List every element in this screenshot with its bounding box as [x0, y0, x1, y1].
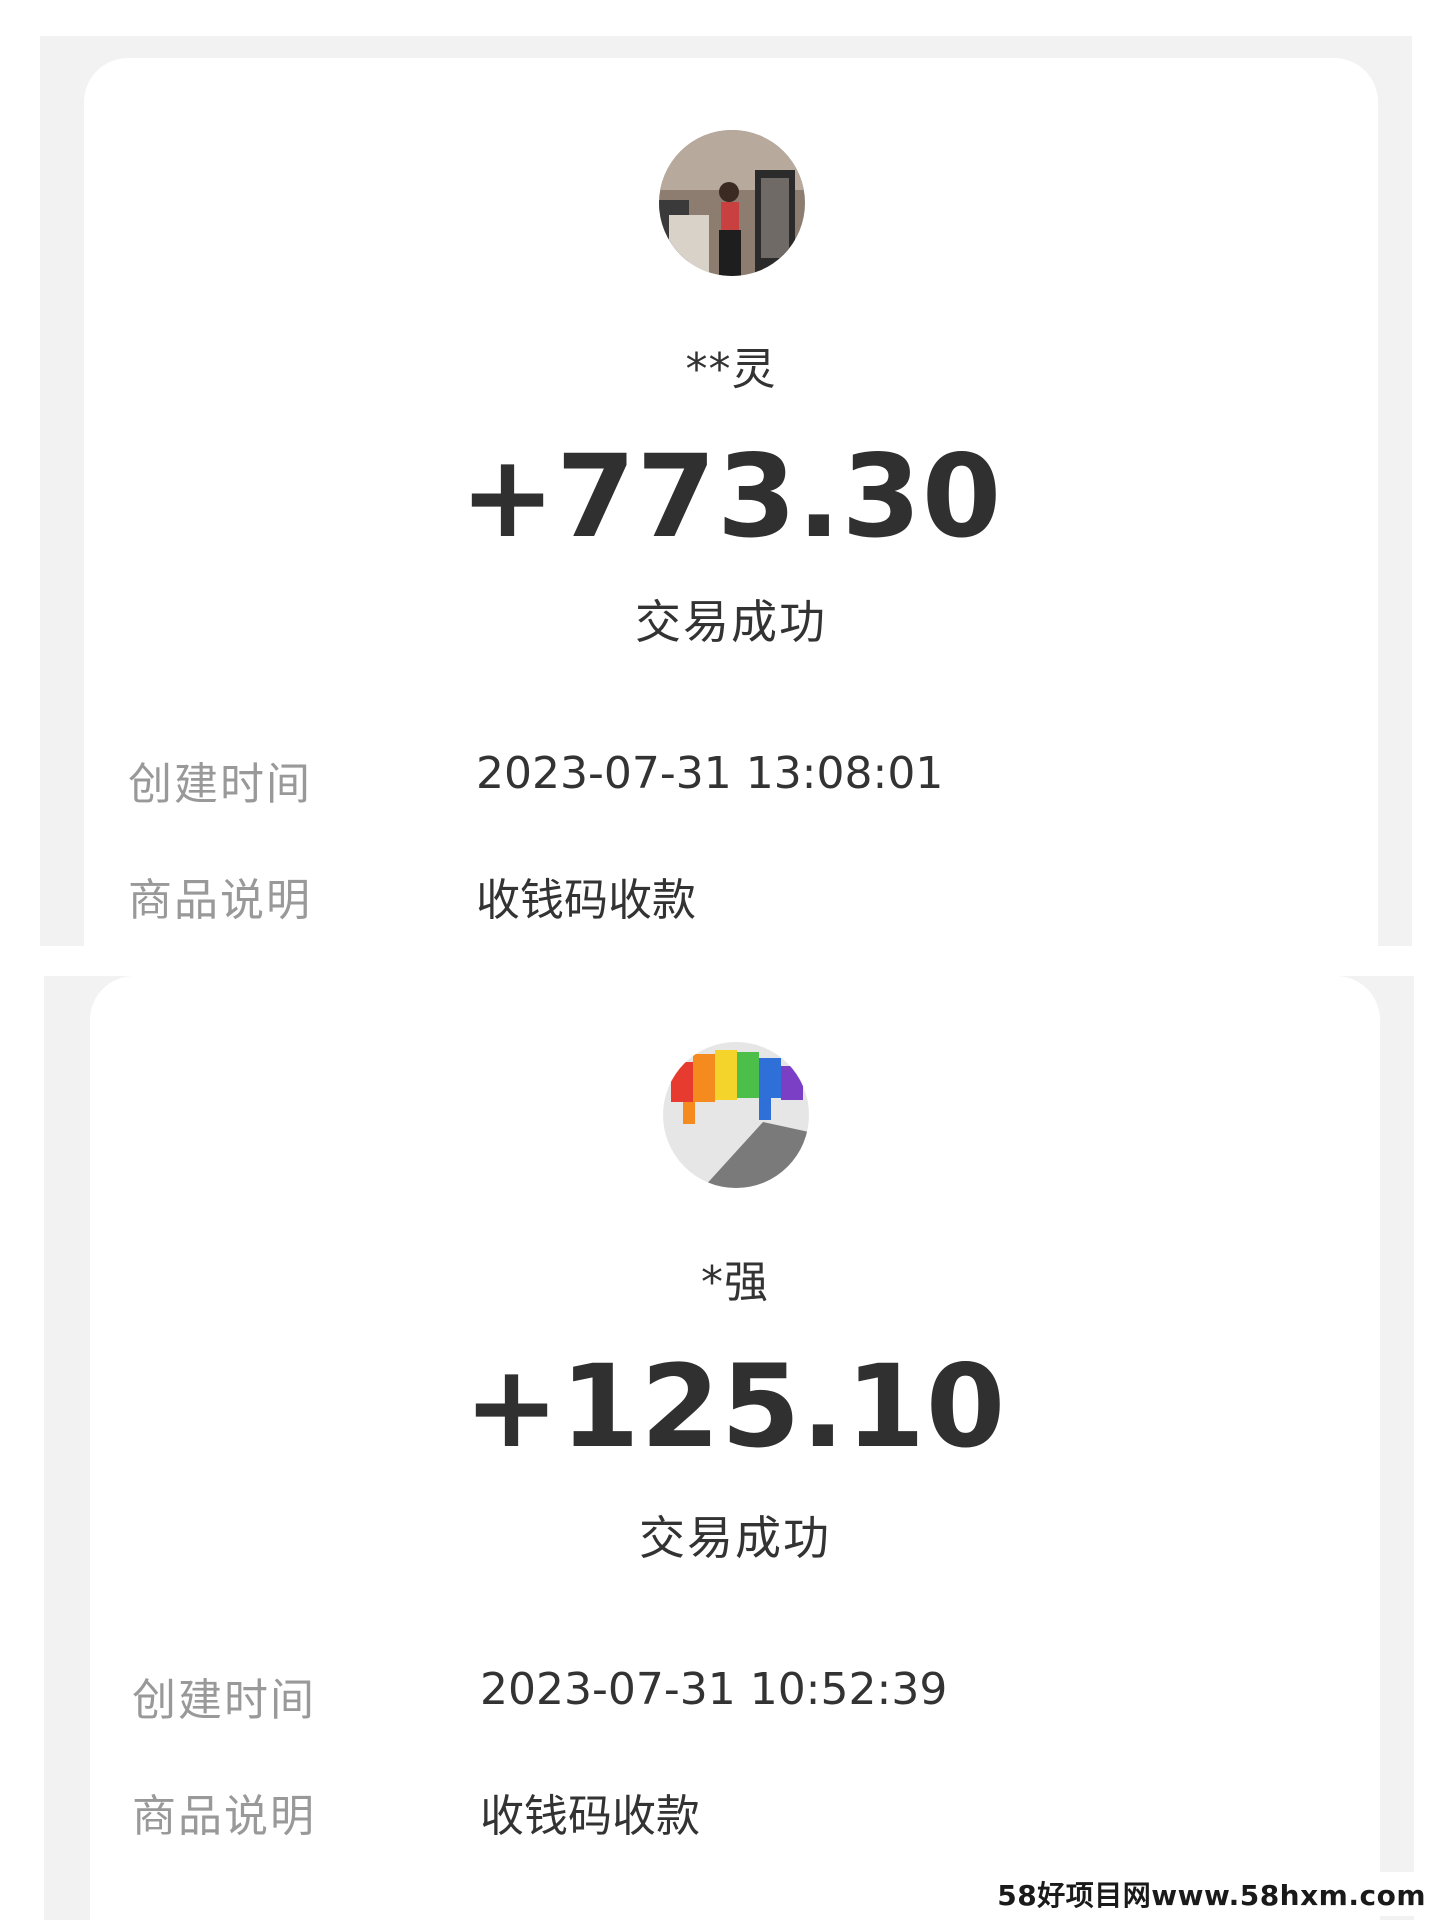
payer-avatar-icon: [663, 1042, 809, 1188]
description-label: 商品说明: [132, 1791, 316, 1842]
amount: +125.10: [463, 1340, 1007, 1473]
created-time-label: 创建时间: [132, 1675, 316, 1726]
amount: +773.30: [459, 430, 1003, 563]
status-text: 交易成功: [635, 595, 827, 649]
payer-avatar-icon: [659, 130, 805, 276]
watermark-text: 58好项目网www.58hxm.com: [989, 1872, 1434, 1916]
description-value: 收钱码收款: [480, 1791, 700, 1842]
created-time-value: 2023-07-31 10:52:39: [480, 1664, 948, 1715]
description-value: 收钱码收款: [476, 875, 696, 926]
created-time-value: 2023-07-31 13:08:01: [476, 748, 944, 799]
created-time-label: 创建时间: [128, 759, 312, 810]
payer-name: **灵: [685, 344, 777, 395]
status-text: 交易成功: [639, 1511, 831, 1565]
description-label: 商品说明: [128, 875, 312, 926]
transaction-card: **灵 +773.30 交易成功 创建时间 2023-07-31 13:08:0…: [84, 58, 1378, 946]
payer-name: *强: [701, 1257, 769, 1308]
transaction-card: *强 +125.10 交易成功 创建时间 2023-07-31 10:52:39…: [90, 976, 1380, 1920]
